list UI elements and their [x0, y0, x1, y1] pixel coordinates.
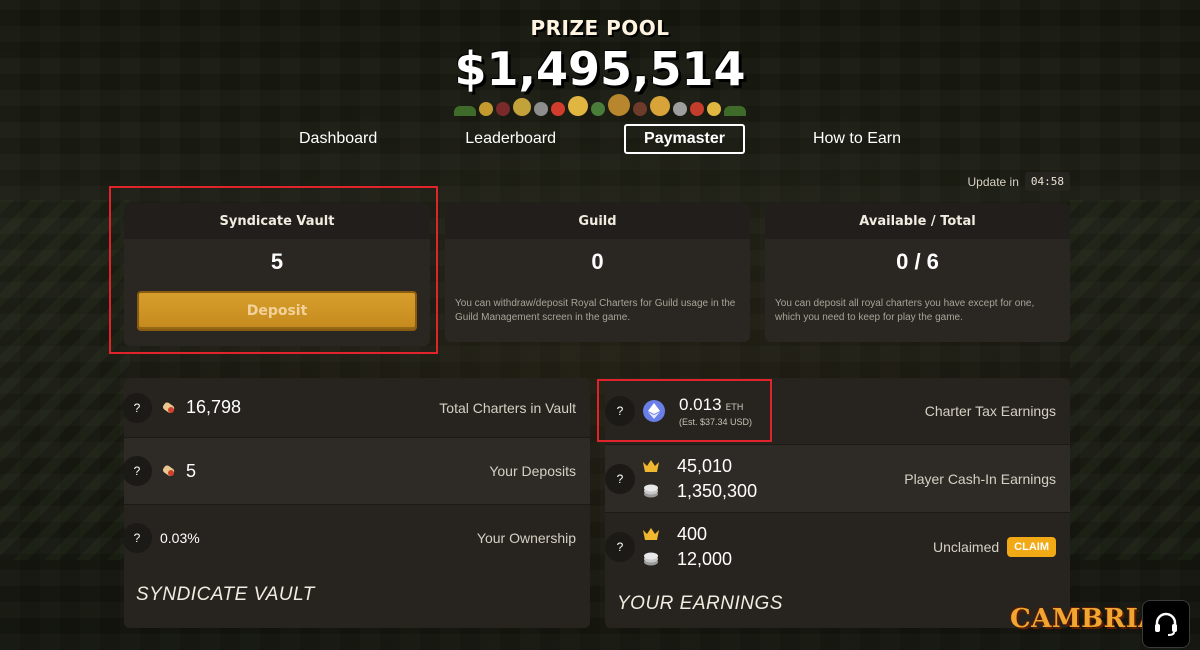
help-button[interactable]: ? — [124, 456, 152, 486]
your-earnings-panel-title: YOUR EARNINGS — [617, 593, 783, 614]
claim-button[interactable]: CLAIM — [1007, 536, 1056, 557]
prize-pool-label: PRIZE POOL — [530, 16, 670, 40]
total-charters-label: Total Charters in Vault — [439, 399, 576, 416]
background-foliage-right — [1070, 200, 1200, 560]
cash-in-crown-value: 45,010 — [677, 455, 733, 476]
nav-paymaster[interactable]: Paymaster — [624, 124, 745, 154]
unclaimed-silver-value: 12,000 — [677, 548, 733, 569]
guild-card-note: You can withdraw/deposit Royal Charters … — [455, 298, 736, 323]
guild-card: Guild 0 You can withdraw/deposit Royal C… — [445, 203, 750, 342]
your-ownership-value: 0.03% — [160, 530, 200, 546]
earnings-row-unclaimed: ? 400 12,000 Unclaimed CLAIM — [605, 513, 1070, 580]
update-label: Update in — [967, 174, 1019, 189]
main-nav: Dashboard Leaderboard Paymaster How to E… — [0, 124, 1200, 154]
headset-icon — [1155, 612, 1177, 636]
syndicate-vault-panel-title: SYNDICATE VAULT — [136, 584, 315, 605]
cambria-logo: CAMBRIA — [1010, 604, 1160, 634]
nav-how-to-earn[interactable]: How to Earn — [793, 124, 921, 154]
highlight-box-eth-earnings — [597, 379, 772, 442]
unclaimed-values: 400 12,000 — [643, 524, 732, 570]
charter-icon — [162, 401, 175, 413]
charter-tax-earnings-label: Charter Tax Earnings — [924, 403, 1056, 419]
charter-icon — [162, 465, 175, 476]
your-ownership-label: Your Ownership — [476, 530, 576, 546]
unclaimed-crown-value: 400 — [677, 523, 708, 544]
available-total-card: Available / Total 0 / 6 You can deposit … — [765, 203, 1070, 342]
vault-row-your-ownership: ? 0.03% Your Ownership — [124, 505, 590, 571]
available-total-card-title: Available / Total — [765, 203, 1070, 239]
guild-card-title: Guild — [445, 203, 750, 239]
your-deposits-value: 5 — [186, 460, 197, 481]
update-countdown: 04:58 — [1024, 172, 1070, 191]
help-button[interactable]: ? — [605, 531, 635, 562]
player-cash-in-label: Player Cash-In Earnings — [904, 470, 1056, 487]
available-total-card-note: You can deposit all royal charters you h… — [775, 298, 1035, 323]
unclaimed-label: Unclaimed — [933, 538, 1000, 555]
nav-leaderboard[interactable]: Leaderboard — [445, 124, 576, 154]
support-button[interactable] — [1142, 600, 1190, 648]
cash-in-silver-value: 1,350,300 — [677, 480, 758, 501]
help-button[interactable]: ? — [605, 463, 635, 494]
total-charters-value: 16,798 — [186, 397, 242, 417]
vault-row-total-charters: ? 16,798 Total Charters in Vault — [124, 378, 590, 437]
nav-dashboard[interactable]: Dashboard — [279, 124, 397, 154]
cash-in-values: 45,010 1,350,300 — [643, 456, 757, 502]
syndicate-vault-panel: ? 16,798 Total Charters in Vault ? 5 You… — [124, 378, 590, 628]
earnings-row-player-cash-in: ? 45,010 1,350,300 Player Cash-In Earnin… — [605, 445, 1070, 512]
silver-coins-icon — [643, 484, 659, 498]
crown-icon — [643, 460, 659, 472]
silver-coins-icon — [643, 552, 659, 566]
crown-icon — [643, 528, 659, 540]
help-button[interactable]: ? — [124, 392, 152, 423]
available-total-card-value: 0 / 6 — [896, 249, 939, 274]
treasure-pile-decoration — [370, 80, 830, 116]
help-button[interactable]: ? — [124, 523, 152, 553]
vault-row-your-deposits: ? 5 Your Deposits — [124, 438, 590, 504]
your-deposits-label: Your Deposits — [489, 463, 576, 479]
guild-card-value: 0 — [591, 249, 604, 274]
highlight-box-syndicate-vault — [109, 186, 438, 354]
update-timer-group: Update in 04:58 — [967, 172, 1070, 191]
